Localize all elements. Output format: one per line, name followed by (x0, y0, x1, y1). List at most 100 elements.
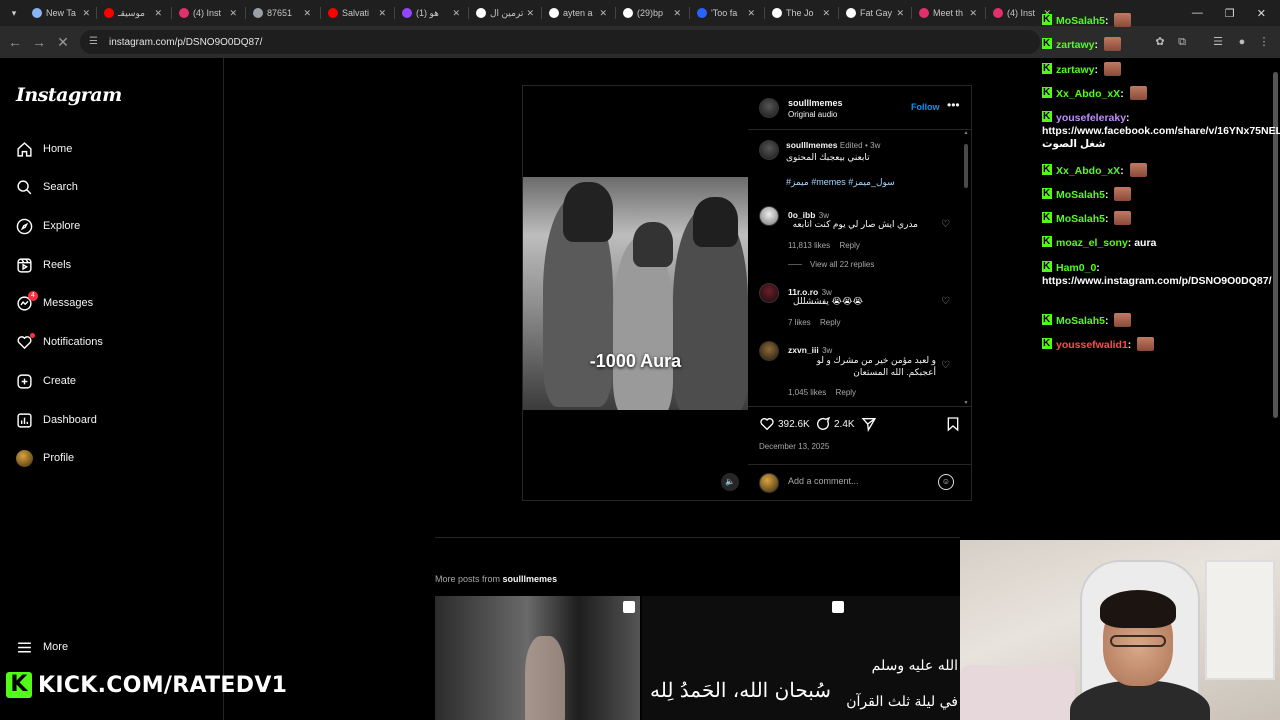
comment-avatar[interactable] (759, 283, 779, 303)
author-avatar[interactable] (759, 98, 779, 118)
chat-username[interactable]: youssefwalid1 (1056, 339, 1128, 351)
close-tab-icon[interactable]: ✕ (526, 8, 534, 19)
reply-button[interactable]: Reply (820, 318, 840, 327)
dashboard-icon (16, 412, 33, 429)
close-tab-icon[interactable]: ✕ (452, 8, 460, 19)
messages-icon: 4 (16, 290, 38, 312)
save-button[interactable] (945, 416, 961, 432)
close-tab-icon[interactable]: ✕ (673, 8, 681, 19)
like-count: 392.6K (778, 418, 810, 430)
more-posts-user[interactable]: soulllmemes (503, 574, 558, 584)
close-tab-icon[interactable]: ✕ (378, 8, 386, 19)
browser-tab[interactable]: (1) هو ✕ (396, 3, 466, 23)
chat-username[interactable]: yousefeleraky (1056, 112, 1126, 124)
sidebar-item-more[interactable]: More (16, 635, 68, 659)
caption-user[interactable]: soulllmemes (786, 140, 838, 150)
tab-title: ترمين ال (490, 7, 524, 18)
reply-button[interactable]: Reply (839, 241, 859, 250)
view-replies-label[interactable]: View all 22 replies (810, 260, 874, 269)
sidebar-item-profile[interactable]: Profile (16, 446, 74, 470)
tab-title: موسيقـ (118, 7, 145, 18)
caption-hashtags[interactable]: #ميمز #memes #سول_ميمز (786, 177, 895, 187)
back-icon[interactable]: ← (6, 33, 24, 51)
close-tab-icon[interactable]: ✕ (969, 8, 977, 19)
sidebar-item-messages[interactable]: 4 Messages (16, 290, 93, 315)
share-button[interactable] (861, 416, 877, 432)
like-comment-icon[interactable]: ♡ (941, 219, 950, 230)
like-comment-icon[interactable]: ♡ (941, 296, 950, 307)
comment-meta: 7 likes Reply (788, 314, 840, 328)
browser-tab[interactable]: The Jo ✕ (766, 3, 836, 23)
sidebar-item-create[interactable]: Create (16, 369, 76, 393)
close-tab-icon[interactable]: ✕ (154, 8, 162, 19)
site-info-icon[interactable]: ☰ (89, 36, 101, 48)
forward-icon[interactable]: → (30, 33, 48, 51)
instagram-logo[interactable]: Instagram (16, 84, 122, 106)
add-comment-input[interactable]: Add a comment... (788, 476, 859, 486)
emoji-icon[interactable]: ☺ (938, 474, 954, 490)
close-tab-icon[interactable]: ✕ (82, 8, 90, 19)
chat-message: moaz_el_sony: aura (1042, 235, 1272, 250)
browser-tab[interactable]: (4) Inst ✕ (173, 3, 243, 23)
post-video[interactable]: -1000 Aura 🔈 (523, 86, 748, 500)
stop-loading-icon[interactable]: ✕ (54, 33, 72, 51)
close-tab-icon[interactable]: ✕ (599, 8, 607, 19)
grid-post[interactable] (435, 596, 640, 720)
comment-button[interactable]: 2.4K (815, 416, 855, 432)
sidebar-item-search[interactable]: Search (16, 175, 78, 199)
sidebar-item-label: Explore (43, 220, 81, 232)
browser-tab[interactable]: موسيقـ ✕ (98, 3, 168, 23)
like-comment-icon[interactable]: ♡ (941, 360, 950, 371)
chat-username[interactable]: MoSalah5 (1056, 315, 1105, 327)
kick-badge-icon (1042, 110, 1052, 123)
chat-username[interactable]: Xx_Abdo_xX (1056, 165, 1120, 177)
more-options-icon[interactable]: ••• (947, 98, 960, 112)
browser-tab[interactable]: ترمين ال ✕ (470, 3, 540, 23)
comment-likes[interactable]: 11,813 likes (788, 241, 830, 250)
chat-username[interactable]: Xx_Abdo_xX (1056, 88, 1120, 100)
comment-likes[interactable]: 1,045 likes (788, 388, 826, 397)
chat-username[interactable]: MoSalah5 (1056, 213, 1105, 225)
browser-tab[interactable]: ayten a ✕ (543, 3, 613, 23)
sidebar-item-explore[interactable]: Explore (16, 214, 80, 238)
post-audio[interactable]: Original audio (788, 110, 837, 119)
reply-button[interactable]: Reply (836, 388, 856, 397)
browser-tab[interactable]: 87651 ✕ (247, 3, 317, 23)
post-author[interactable]: soulllmemes (788, 98, 843, 108)
caption-avatar[interactable] (759, 140, 779, 160)
chat-username[interactable]: MoSalah5 (1056, 189, 1105, 201)
comments-scrollbar[interactable]: ▲ ▼ (963, 130, 969, 406)
browser-tab[interactable]: 'Too fa ✕ (691, 3, 761, 23)
like-button[interactable]: 392.6K (759, 416, 810, 432)
browser-tab[interactable]: Fat Gay ✕ (840, 3, 910, 23)
sidebar-item-notifications[interactable]: Notifications (16, 330, 103, 354)
chat-username[interactable]: MoSalah5 (1056, 15, 1105, 27)
comment-avatar[interactable] (759, 206, 779, 226)
close-tab-icon[interactable]: ✕ (822, 8, 830, 19)
chat-username[interactable]: zartawy (1056, 39, 1095, 51)
browser-tab[interactable]: Meet th ✕ (913, 3, 983, 23)
tab-title: The Jo (786, 8, 814, 18)
view-replies[interactable]: View all 22 replies (788, 260, 874, 269)
chat-username[interactable]: zartawy (1056, 64, 1095, 76)
follow-button[interactable]: Follow (911, 102, 940, 112)
sidebar-item-reels[interactable]: Reels (16, 253, 71, 277)
url-text[interactable]: instagram.com/p/DSNO9O0DQ87/ (109, 37, 262, 48)
speaker-icon[interactable]: 🔈 (721, 473, 739, 491)
omnibox[interactable]: ☰ instagram.com/p/DSNO9O0DQ87/ (80, 30, 1040, 54)
chat-username[interactable]: moaz_el_sony (1056, 237, 1128, 249)
browser-tab[interactable]: Salvati ✕ (322, 3, 392, 23)
browser-tab[interactable]: New Ta ✕ (26, 3, 96, 23)
grid-post[interactable]: الله عليه وسلم سُبحان الله، الحَمدُ لِله… (642, 596, 960, 720)
comment-likes[interactable]: 7 likes (788, 318, 811, 327)
chat-username[interactable]: Ham0_0 (1056, 262, 1096, 274)
close-tab-icon[interactable]: ✕ (747, 8, 755, 19)
close-tab-icon[interactable]: ✕ (303, 8, 311, 19)
close-tab-icon[interactable]: ✕ (229, 8, 237, 19)
sidebar-item-home[interactable]: Home (16, 137, 72, 161)
browser-tab[interactable]: (29)bp ✕ (617, 3, 687, 23)
tab-search-button[interactable]: ▾ (6, 5, 22, 21)
close-tab-icon[interactable]: ✕ (896, 8, 904, 19)
comment-avatar[interactable] (759, 341, 779, 361)
sidebar-item-dashboard[interactable]: Dashboard (16, 408, 97, 432)
